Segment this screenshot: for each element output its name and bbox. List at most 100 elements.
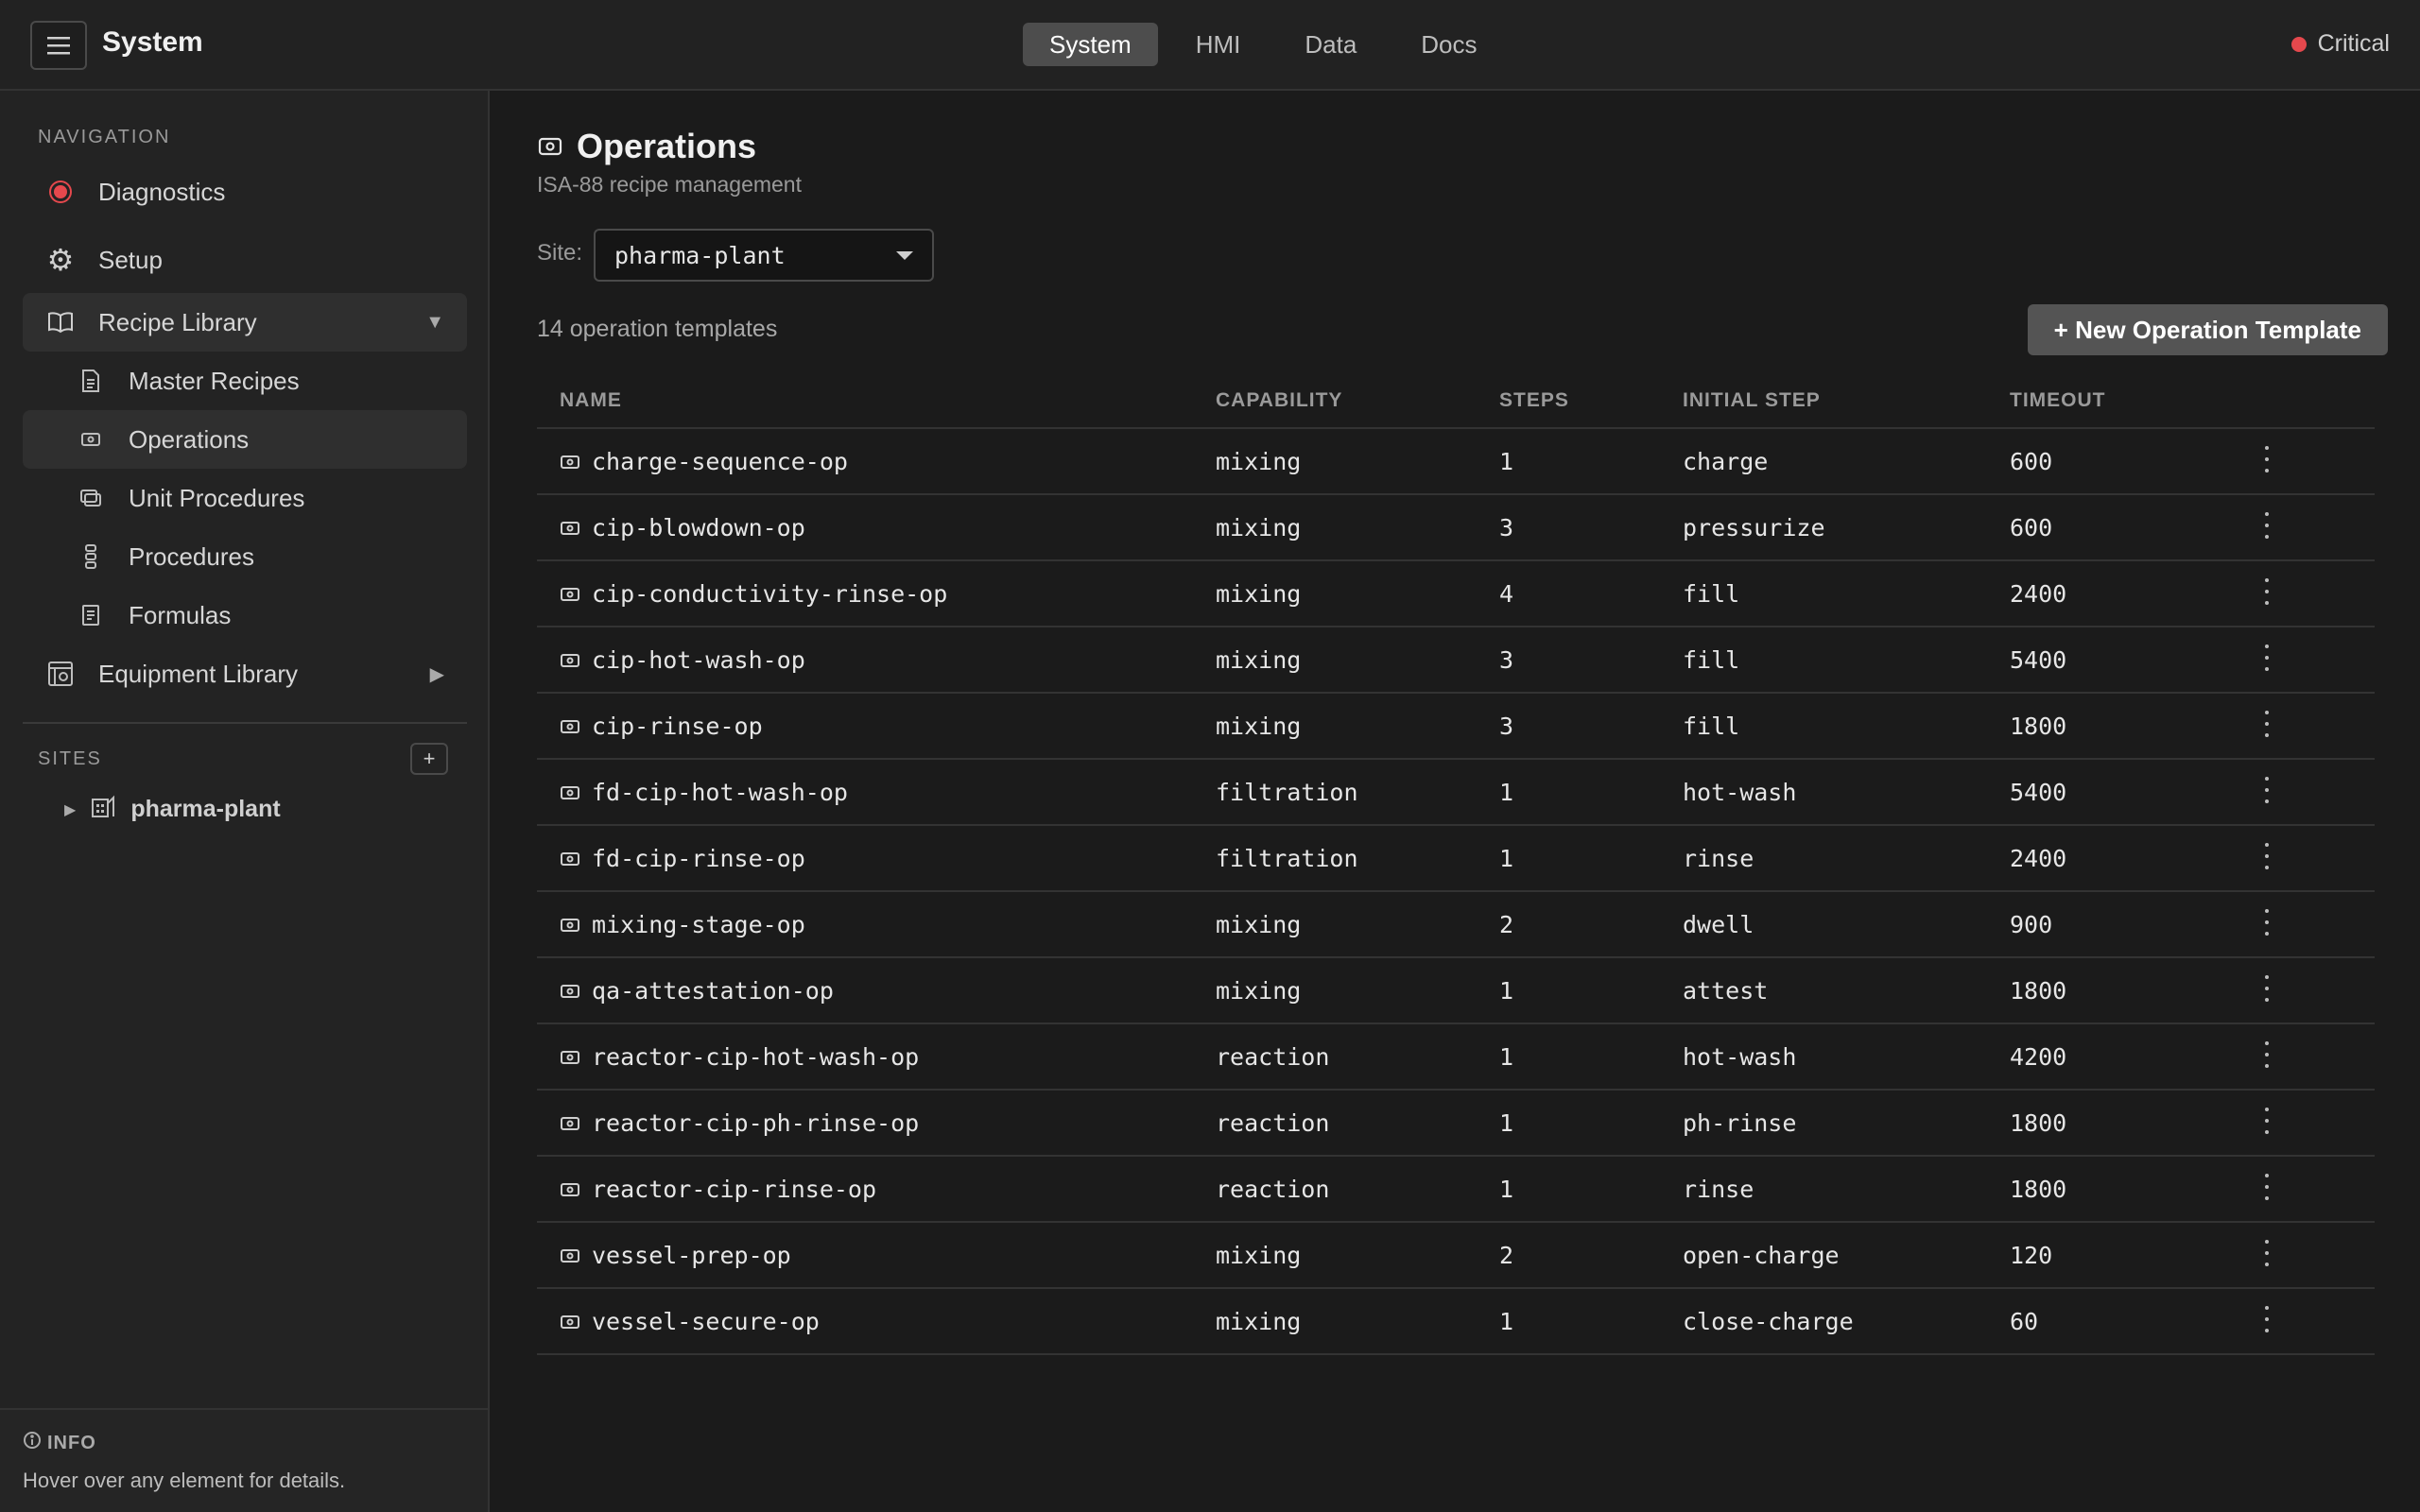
operation-icon xyxy=(561,984,579,998)
row-actions-kebab-icon[interactable] xyxy=(2257,641,2276,675)
sidebar-item-diagnostics[interactable]: Diagnostics xyxy=(23,163,467,221)
row-actions-kebab-icon[interactable] xyxy=(2257,508,2276,542)
row-initial-step: ph-rinse xyxy=(1683,1109,1797,1137)
row-name-cell[interactable]: fd-cip-hot-wash-op xyxy=(560,779,848,806)
table-row[interactable]: cip-blowdown-op mixing 3 pressurize 600 xyxy=(537,495,2375,561)
tab-data[interactable]: Data xyxy=(1278,23,1383,66)
sidebar-item-label: Setup xyxy=(98,245,163,274)
row-name-cell[interactable]: vessel-secure-op xyxy=(560,1308,820,1335)
sidebar-item-master-recipes[interactable]: Master Recipes xyxy=(23,352,467,410)
table-row[interactable]: charge-sequence-op mixing 1 charge 600 xyxy=(537,429,2375,495)
chevron-right-icon[interactable]: ▶ xyxy=(430,662,444,686)
row-actions-kebab-icon[interactable] xyxy=(2257,839,2276,873)
row-capability: mixing xyxy=(1216,514,1302,541)
add-site-button[interactable]: + xyxy=(410,743,448,775)
site-select[interactable]: pharma-plant xyxy=(594,229,934,282)
table-row[interactable]: cip-hot-wash-op mixing 3 fill 5400 xyxy=(537,627,2375,694)
row-name-cell[interactable]: fd-cip-rinse-op xyxy=(560,845,805,872)
sidebar-item-label: Formulas xyxy=(129,600,232,629)
table-row[interactable]: cip-rinse-op mixing 3 fill 1800 xyxy=(537,694,2375,760)
row-initial-step: rinse xyxy=(1683,845,1754,872)
site-select-value: pharma-plant xyxy=(614,241,786,269)
row-actions-kebab-icon[interactable] xyxy=(2257,707,2276,741)
row-name-cell[interactable]: mixing-stage-op xyxy=(560,911,805,938)
row-actions-kebab-icon[interactable] xyxy=(2257,905,2276,939)
operation-name: reactor-cip-hot-wash-op xyxy=(592,1043,920,1071)
row-name-cell[interactable]: cip-rinse-op xyxy=(560,713,763,740)
tab-system[interactable]: System xyxy=(1023,23,1158,66)
row-capability: filtration xyxy=(1216,845,1358,872)
row-steps: 1 xyxy=(1499,977,1514,1005)
new-operation-template-button[interactable]: + New Operation Template xyxy=(2027,304,2388,355)
site-tree-item[interactable]: ▶ pharma-plant xyxy=(64,794,281,825)
row-initial-step: fill xyxy=(1683,646,1740,674)
operation-name: cip-rinse-op xyxy=(592,713,763,740)
sidebar-item-label: Procedures xyxy=(129,541,254,571)
row-name-cell[interactable]: charge-sequence-op xyxy=(560,448,848,475)
row-name-cell[interactable]: reactor-cip-rinse-op xyxy=(560,1176,876,1203)
row-name-cell[interactable]: vessel-prep-op xyxy=(560,1242,791,1269)
operation-name: fd-cip-hot-wash-op xyxy=(592,779,848,806)
row-actions-kebab-icon[interactable] xyxy=(2257,1104,2276,1138)
row-actions-kebab-icon[interactable] xyxy=(2257,971,2276,1005)
info-panel: INFO Hover over any element for details. xyxy=(0,1408,488,1512)
row-initial-step: pressurize xyxy=(1683,514,1825,541)
row-name-cell[interactable]: cip-blowdown-op xyxy=(560,514,805,541)
table-row[interactable]: qa-attestation-op mixing 1 attest 1800 xyxy=(537,958,2375,1024)
tab-hmi[interactable]: HMI xyxy=(1169,23,1268,66)
row-capability: mixing xyxy=(1216,580,1302,608)
table-row[interactable]: mixing-stage-op mixing 2 dwell 900 xyxy=(537,892,2375,958)
sidebar-item-formulas[interactable]: Formulas xyxy=(23,586,467,644)
row-name-cell[interactable]: reactor-cip-hot-wash-op xyxy=(560,1043,919,1071)
table-row[interactable]: vessel-prep-op mixing 2 open-charge 120 xyxy=(537,1223,2375,1289)
row-actions-kebab-icon[interactable] xyxy=(2257,442,2276,476)
column-header-initial-step[interactable]: INITIAL STEP xyxy=(1683,389,1821,412)
row-actions-kebab-icon[interactable] xyxy=(2257,1236,2276,1270)
tab-docs[interactable]: Docs xyxy=(1394,23,1503,66)
operation-name: cip-blowdown-op xyxy=(592,514,805,541)
table-row[interactable]: reactor-cip-rinse-op reaction 1 rinse 1800 xyxy=(537,1157,2375,1223)
row-actions-kebab-icon[interactable] xyxy=(2257,1038,2276,1072)
row-actions-kebab-icon[interactable] xyxy=(2257,773,2276,807)
operation-icon xyxy=(561,653,579,667)
row-actions-kebab-icon[interactable] xyxy=(2257,1302,2276,1336)
formula-icon xyxy=(76,600,106,630)
sidebar-item-unit-procedures[interactable]: Unit Procedures xyxy=(23,469,467,527)
row-name-cell[interactable]: reactor-cip-ph-rinse-op xyxy=(560,1109,919,1137)
row-capability: mixing xyxy=(1216,977,1302,1005)
sidebar-item-procedures[interactable]: Procedures xyxy=(23,527,467,586)
column-header-capability[interactable]: CAPABILITY xyxy=(1216,389,1342,412)
sidebar-item-recipe-library[interactable]: Recipe Library ▼ xyxy=(23,293,467,352)
row-name-cell[interactable]: cip-hot-wash-op xyxy=(560,646,805,674)
sidebar-item-equipment-library[interactable]: Equipment Library ▶ xyxy=(23,644,467,703)
column-header-name[interactable]: NAME xyxy=(560,389,622,412)
table-row[interactable]: reactor-cip-ph-rinse-op reaction 1 ph-rinse… xyxy=(537,1091,2375,1157)
table-row[interactable]: reactor-cip-hot-wash-op reaction 1 hot-wash… xyxy=(537,1024,2375,1091)
row-capability: reaction xyxy=(1216,1043,1330,1071)
row-timeout: 1800 xyxy=(2010,1176,2067,1203)
table-row[interactable]: cip-conductivity-rinse-op mixing 4 fill 2400 xyxy=(537,561,2375,627)
row-actions-kebab-icon[interactable] xyxy=(2257,575,2276,609)
alert-dot-icon xyxy=(45,177,76,207)
row-name-cell[interactable]: qa-attestation-op xyxy=(560,977,834,1005)
table-row[interactable]: fd-cip-hot-wash-op filtration 1 hot-wash 540… xyxy=(537,760,2375,826)
table-row[interactable]: vessel-secure-op mixing 1 close-charge 60 xyxy=(537,1289,2375,1355)
sidebar-item-setup[interactable]: ⚙ Setup xyxy=(23,231,467,289)
row-name-cell[interactable]: cip-conductivity-rinse-op xyxy=(560,580,947,608)
column-header-timeout[interactable]: TIMEOUT xyxy=(2010,389,2106,412)
chevron-down-icon[interactable]: ▼ xyxy=(425,312,444,334)
template-count: 14 operation templates xyxy=(537,316,778,342)
chevron-right-icon[interactable]: ▶ xyxy=(64,800,76,819)
operation-name: cip-hot-wash-op xyxy=(592,646,805,674)
menu-button[interactable] xyxy=(30,21,87,70)
operation-name: vessel-prep-op xyxy=(592,1242,791,1269)
sidebar-item-operations[interactable]: Operations xyxy=(23,410,467,469)
status-label: Critical xyxy=(2317,30,2390,57)
column-header-steps[interactable]: STEPS xyxy=(1499,389,1569,412)
status-indicator[interactable]: Critical xyxy=(2290,30,2390,58)
table-row[interactable]: fd-cip-rinse-op filtration 1 rinse 2400 xyxy=(537,826,2375,892)
row-timeout: 2400 xyxy=(2010,580,2067,608)
table-header: NAME CAPABILITY STEPS INITIAL STEP TIMEO… xyxy=(537,374,2375,429)
row-actions-kebab-icon[interactable] xyxy=(2257,1170,2276,1204)
row-initial-step: open-charge xyxy=(1683,1242,1840,1269)
